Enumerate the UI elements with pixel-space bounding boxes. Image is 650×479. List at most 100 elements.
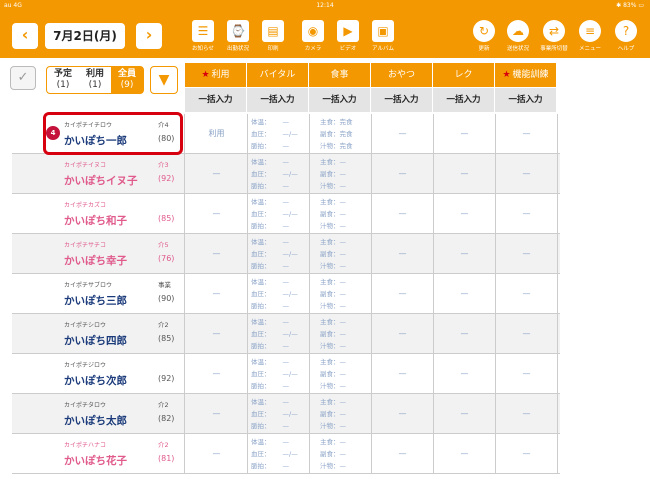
table-row[interactable]: カイポチサブロウ 事業 かいぽち三郎 (90) — 体温： — 血圧： —/— 脈拍： — 主食：— 副… xyxy=(12,274,560,314)
vital-cell[interactable]: 体温： — 血圧： —/— 脈拍： — xyxy=(248,234,310,273)
record-cell[interactable]: — xyxy=(496,434,558,473)
meal-cell[interactable]: 主食：完食 副食：完食 汁物：完食 xyxy=(310,114,372,153)
select-all-button[interactable]: ✓ xyxy=(10,66,36,90)
column-header: レク xyxy=(433,63,495,87)
next-day-button[interactable]: › xyxy=(136,23,162,49)
record-cell[interactable]: — xyxy=(496,394,558,433)
record-cell[interactable]: — xyxy=(434,354,496,393)
resident-name-cell[interactable]: カイポチイヌコ 介3 かいぽちイヌ子 (92) xyxy=(12,154,185,193)
bulk-input-button[interactable]: 一括入力 xyxy=(185,88,247,112)
toolbar-refresh-button[interactable]: ↻ 更新 xyxy=(468,20,500,56)
toolbar-cloud-upload-button[interactable]: ☁ 送信状況 xyxy=(502,20,534,56)
vital-cell[interactable]: 体温： — 血圧： —/— 脈拍： — xyxy=(248,394,310,433)
meal-cell[interactable]: 主食：— 副食：— 汁物：— xyxy=(310,394,372,433)
prev-day-button[interactable]: ‹ xyxy=(12,23,38,49)
toolbar-menu-button[interactable]: ≡ メニュー xyxy=(574,20,606,56)
vital-cell[interactable]: 体温： — 血圧： —/— 脈拍： — xyxy=(248,354,310,393)
vital-cell[interactable]: 体温： — 血圧： —/— 脈拍： — xyxy=(248,314,310,353)
record-cell[interactable]: — xyxy=(434,394,496,433)
use-cell[interactable]: — xyxy=(186,394,248,433)
date-display[interactable]: 7月2日(月) xyxy=(45,23,125,49)
resident-name-cell[interactable]: カイポチタロウ 介2 かいぽち太郎 (82) xyxy=(12,394,185,433)
vital-cell[interactable]: 体温： — 血圧： —/— 脈拍： — xyxy=(248,274,310,313)
record-cell[interactable]: — xyxy=(434,114,496,153)
use-cell[interactable]: — xyxy=(186,154,248,193)
use-cell[interactable]: — xyxy=(186,314,248,353)
record-cell[interactable]: — xyxy=(496,314,558,353)
record-cell[interactable]: — xyxy=(434,194,496,233)
table-row[interactable]: カイポチタロウ 介2 かいぽち太郎 (82) — 体温： — 血圧： —/— 脈拍： — 主食：— 副食… xyxy=(12,394,560,434)
vital-cell[interactable]: 体温： — 血圧： —/— 脈拍： — xyxy=(248,434,310,473)
record-cell[interactable]: — xyxy=(496,234,558,273)
record-cell[interactable]: — xyxy=(372,114,434,153)
record-cell[interactable]: — xyxy=(434,154,496,193)
use-cell[interactable]: — xyxy=(186,234,248,273)
record-cell[interactable]: — xyxy=(434,314,496,353)
table-row[interactable]: カイポチカズコ かいぽち和子 (85) — 体温： — 血圧： —/— 脈拍： — 主食：— 副食：—… xyxy=(12,194,560,234)
vital-line: 体温： — xyxy=(251,236,309,248)
toolbar-notice-button[interactable]: ☰ お知らせ xyxy=(187,20,219,56)
use-cell[interactable]: — xyxy=(186,434,248,473)
record-cell[interactable]: — xyxy=(372,394,434,433)
meal-cell[interactable]: 主食：— 副食：— 汁物：— xyxy=(310,234,372,273)
resident-name-cell[interactable]: カイポチハナコ 介2 かいぽち花子 (81) xyxy=(12,434,185,473)
toolbar-switch-office-button[interactable]: ⇄ 事業所切替 xyxy=(538,20,570,56)
record-cell[interactable]: — xyxy=(372,194,434,233)
resident-name-cell[interactable]: カイポチサチコ 介5 かいぽち幸子 (76) xyxy=(12,234,185,273)
bulk-input-button[interactable]: 一括入力 xyxy=(495,88,557,112)
bulk-input-button[interactable]: 一括入力 xyxy=(433,88,495,112)
bulk-input-button[interactable]: 一括入力 xyxy=(371,88,433,112)
table-row[interactable]: カイポチハナコ 介2 かいぽち花子 (81) — 体温： — 血圧： —/— 脈拍： — 主食：— 副食… xyxy=(12,434,560,474)
meal-cell[interactable]: 主食：— 副食：— 汁物：— xyxy=(310,194,372,233)
bulk-input-button[interactable]: 一括入力 xyxy=(247,88,309,112)
toolbar-video-button[interactable]: ▶ ビデオ xyxy=(332,20,364,56)
bulk-input-button[interactable]: 一括入力 xyxy=(309,88,371,112)
vital-cell[interactable]: 体温： — 血圧： —/— 脈拍： — xyxy=(248,154,310,193)
table-row[interactable]: カイポチイヌコ 介3 かいぽちイヌ子 (92) — 体温： — 血圧： —/— 脈拍： — 主食：— 副… xyxy=(12,154,560,194)
use-cell[interactable]: 利用 xyxy=(186,114,248,153)
use-cell[interactable]: — xyxy=(186,274,248,313)
record-cell[interactable]: — xyxy=(434,434,496,473)
meal-cell[interactable]: 主食：— 副食：— 汁物：— xyxy=(310,154,372,193)
record-cell[interactable]: — xyxy=(434,234,496,273)
vital-cell[interactable]: 体温： — 血圧： —/— 脈拍： — xyxy=(248,194,310,233)
record-cell[interactable]: — xyxy=(496,354,558,393)
table-row[interactable]: カイポチジロウ かいぽち次郎 (92) — 体温： — 血圧： —/— 脈拍： — 主食：— 副食：—… xyxy=(12,354,560,394)
table-row[interactable]: カイポチシロウ 介2 かいぽち四郎 (85) — 体温： — 血圧： —/— 脈拍： — 主食：— 副食… xyxy=(12,314,560,354)
vital-label: 体温： xyxy=(251,158,271,166)
record-cell[interactable]: — xyxy=(372,314,434,353)
meal-cell[interactable]: 主食：— 副食：— 汁物：— xyxy=(310,434,372,473)
toolbar-camera-button[interactable]: ◉ カメラ xyxy=(297,20,329,56)
segment-0[interactable]: 予定 (1) xyxy=(47,67,79,93)
toolbar-album-button[interactable]: ▣ アルバム xyxy=(367,20,399,56)
toolbar-attendance-button[interactable]: ⌚ 出勤状況 xyxy=(222,20,254,56)
meal-cell[interactable]: 主食：— 副食：— 汁物：— xyxy=(310,354,372,393)
record-cell[interactable]: — xyxy=(434,274,496,313)
resident-name-cell[interactable]: カイポチシロウ 介2 かいぽち四郎 (85) xyxy=(12,314,185,353)
record-cell[interactable]: — xyxy=(372,354,434,393)
resident-name-cell[interactable]: カイポチサブロウ 事業 かいぽち三郎 (90) xyxy=(12,274,185,313)
toolbar-help-button[interactable]: ? ヘルプ xyxy=(610,20,642,56)
table-row[interactable]: カイポチサチコ 介5 かいぽち幸子 (76) — 体温： — 血圧： —/— 脈拍： — 主食：— 副食… xyxy=(12,234,560,274)
record-cell[interactable]: — xyxy=(372,274,434,313)
record-cell[interactable]: — xyxy=(496,154,558,193)
vital-cell[interactable]: 体温： — 血圧： —/— 脈拍： — xyxy=(248,114,310,153)
toolbar-print-button[interactable]: ▤ 印刷 xyxy=(257,20,289,56)
record-cell[interactable]: — xyxy=(372,154,434,193)
record-cell[interactable]: — xyxy=(496,114,558,153)
segment-2[interactable]: 全員 (9) xyxy=(111,67,143,93)
record-cell[interactable]: — xyxy=(496,194,558,233)
meal-cell[interactable]: 主食：— 副食：— 汁物：— xyxy=(310,274,372,313)
meal-value: — xyxy=(339,450,347,458)
filter-button[interactable]: ▼ xyxy=(150,66,178,94)
use-cell[interactable]: — xyxy=(186,354,248,393)
resident-name-cell[interactable]: カイポチジロウ かいぽち次郎 (92) xyxy=(12,354,185,393)
meal-cell[interactable]: 主食：— 副食：— 汁物：— xyxy=(310,314,372,353)
resident-name: かいぽち幸子 xyxy=(64,255,127,267)
segment-1[interactable]: 利用 (1) xyxy=(79,67,111,93)
resident-name-cell[interactable]: カイポチカズコ かいぽち和子 (85) xyxy=(12,194,185,233)
record-cell[interactable]: — xyxy=(496,274,558,313)
use-cell[interactable]: — xyxy=(186,194,248,233)
record-cell[interactable]: — xyxy=(372,234,434,273)
record-cell[interactable]: — xyxy=(372,434,434,473)
